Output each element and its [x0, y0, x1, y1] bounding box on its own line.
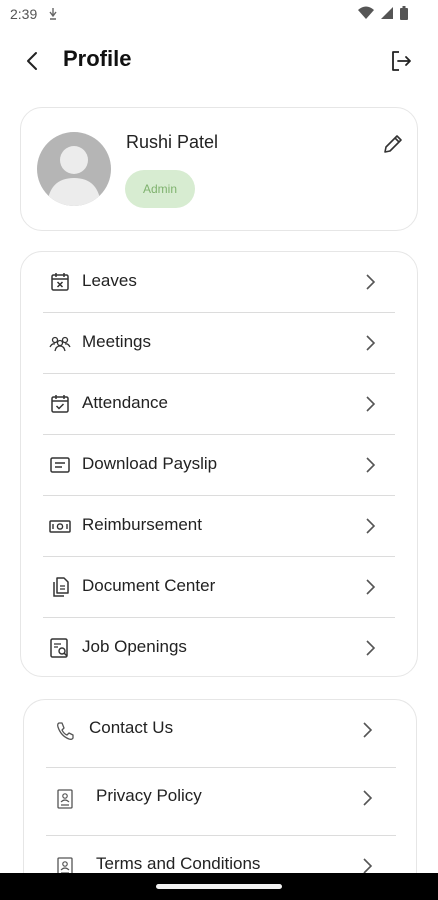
notification-icon — [48, 7, 58, 26]
menu-item-label: Reimbursement — [82, 515, 202, 534]
info-card: Contact Us Privacy Policy Terms and Cond… — [23, 699, 417, 899]
pencil-icon — [384, 135, 402, 153]
chevron-right-icon — [363, 333, 377, 353]
chevron-right-icon — [363, 577, 377, 597]
info-item-label: Privacy Policy — [96, 786, 202, 805]
profile-card: Rushi Patel Admin — [20, 107, 418, 231]
role-badge: Admin — [125, 170, 195, 208]
menu-item-label: Job Openings — [82, 637, 187, 656]
user-placeholder-icon — [47, 146, 101, 206]
job-search-icon — [49, 637, 71, 659]
menu-item-leaves[interactable]: Leaves — [43, 252, 395, 313]
chevron-right-icon — [363, 394, 377, 414]
money-icon — [49, 515, 71, 537]
logout-button[interactable] — [388, 48, 414, 74]
calendar-x-icon — [49, 271, 71, 293]
menu-item-reimbursement[interactable]: Reimbursement — [43, 496, 395, 557]
menu-item-label: Leaves — [82, 271, 137, 290]
chevron-right-icon — [363, 638, 377, 658]
info-item-contact-us[interactable]: Contact Us — [46, 700, 396, 768]
menu-item-document-center[interactable]: Document Center — [43, 557, 395, 618]
info-item-label: Terms and Conditions — [96, 854, 261, 873]
receipt-icon — [49, 454, 71, 476]
status-bar: 2:39 — [0, 0, 438, 30]
logout-icon — [392, 51, 411, 71]
wifi-icon — [358, 6, 374, 25]
edit-profile-button[interactable] — [381, 132, 405, 156]
system-nav-bar — [0, 873, 438, 900]
status-time: 2:39 — [10, 6, 38, 22]
menu-item-label: Download Payslip — [82, 454, 218, 473]
menu-card: Leaves Meetings Attendance Download Pays… — [20, 251, 418, 677]
menu-item-attendance[interactable]: Attendance — [43, 374, 395, 435]
chevron-right-icon — [360, 788, 374, 808]
phone-icon — [54, 720, 76, 742]
chevron-left-icon — [27, 52, 37, 70]
back-button[interactable] — [20, 48, 46, 74]
menu-item-label: Document Center — [82, 576, 216, 595]
menu-item-label: Attendance — [82, 393, 169, 412]
calendar-check-icon — [49, 393, 71, 415]
chevron-right-icon — [363, 516, 377, 536]
info-item-label: Contact Us — [89, 718, 174, 737]
chevron-right-icon — [363, 272, 377, 292]
app-bar: Profile — [0, 38, 438, 84]
info-item-privacy-policy[interactable]: Privacy Policy — [46, 768, 396, 836]
chevron-right-icon — [363, 455, 377, 475]
menu-item-label: Meetings — [82, 332, 151, 351]
documents-icon — [49, 576, 71, 598]
menu-item-meetings[interactable]: Meetings — [43, 313, 395, 374]
signal-icon — [380, 6, 394, 25]
id-card-icon — [54, 788, 76, 810]
battery-icon — [400, 6, 408, 25]
avatar — [37, 132, 111, 206]
chevron-right-icon — [360, 720, 374, 740]
user-name: Rushi Patel — [126, 132, 219, 152]
home-indicator[interactable] — [156, 884, 282, 889]
menu-item-download-payslip[interactable]: Download Payslip — [43, 435, 395, 496]
page-title: Profile — [63, 46, 132, 71]
people-group-icon — [49, 332, 71, 354]
menu-item-job-openings[interactable]: Job Openings — [43, 618, 395, 679]
